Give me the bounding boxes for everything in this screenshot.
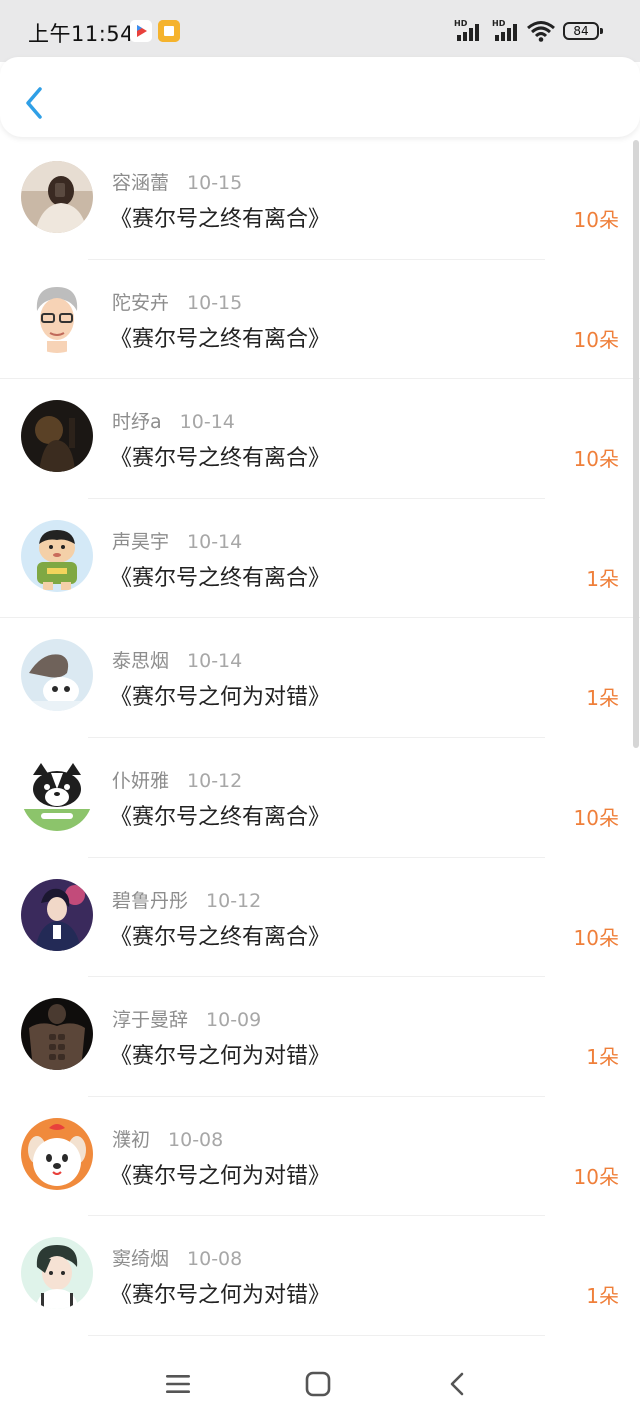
flower-count: 1朵 bbox=[586, 566, 619, 591]
back-icon bbox=[450, 1372, 464, 1396]
avatar[interactable] bbox=[21, 161, 93, 233]
notes-app-icon bbox=[158, 20, 180, 42]
flower-count: 10朵 bbox=[573, 327, 619, 352]
signal-hd-label-2: HD bbox=[492, 19, 506, 28]
send-date: 10-15 bbox=[187, 291, 243, 314]
sender-name: 容涵蕾 10-15 bbox=[112, 172, 243, 194]
sender-name: 濮初 10-08 bbox=[112, 1128, 224, 1151]
gift-title: 《赛尔号之终有离合》 bbox=[110, 326, 331, 352]
list-item[interactable]: 碧鲁丹彤 10-12 《赛尔号之终有离合》 10朵 bbox=[0, 858, 640, 978]
gift-record-list: 容涵蕾 10-15 《赛尔号之终有离合》 10朵 陀安卉 10-15 《赛尔号之终有… bbox=[0, 140, 640, 1336]
list-item[interactable]: 陀安卉 10-15 《赛尔号之终有离合》 10朵 bbox=[0, 260, 640, 380]
send-date: 10-12 bbox=[206, 889, 262, 912]
list-item[interactable]: 泰思烟 10-14 《赛尔号之何为对错》 1朵 bbox=[0, 618, 640, 738]
divider bbox=[88, 1334, 545, 1336]
back-button[interactable] bbox=[18, 81, 50, 125]
chevron-left-icon bbox=[26, 87, 42, 119]
list-item[interactable]: 淳于曼辞 10-09 《赛尔号之何为对错》 1朵 bbox=[0, 977, 640, 1097]
status-bar: 上午11:54 HD HD 84 bbox=[0, 0, 640, 62]
send-date: 10-14 bbox=[179, 411, 235, 434]
list-item[interactable]: 时纾a 10-14 《赛尔号之终有离合》 10朵 bbox=[0, 379, 640, 499]
avatar[interactable] bbox=[21, 998, 93, 1071]
gift-title: 《赛尔号之何为对错》 bbox=[110, 1163, 331, 1189]
flower-count: 10朵 bbox=[573, 447, 619, 472]
avatar[interactable] bbox=[21, 639, 93, 712]
avatar[interactable] bbox=[21, 400, 93, 473]
gift-title: 《赛尔号之终有离合》 bbox=[110, 565, 331, 591]
signal-hd-label: HD bbox=[454, 19, 468, 28]
home-icon bbox=[305, 1371, 331, 1397]
signal-icon: HD bbox=[454, 18, 486, 44]
menu-icon bbox=[166, 1375, 190, 1393]
flower-count: 1朵 bbox=[586, 1045, 619, 1070]
sender-name: 仆妍雅 10-12 bbox=[112, 769, 243, 792]
flower-count: 10朵 bbox=[573, 208, 619, 232]
list-item[interactable]: 声昊宇 10-14 《赛尔号之终有离合》 1朵 bbox=[0, 499, 640, 619]
sender-name: 时纾a 10-14 bbox=[112, 411, 235, 434]
signal-icon-2: HD bbox=[492, 18, 524, 44]
send-date: 10-14 bbox=[187, 650, 243, 673]
avatar[interactable] bbox=[21, 1117, 93, 1190]
list-item[interactable]: 容涵蕾 10-15 《赛尔号之终有离合》 10朵 bbox=[0, 140, 640, 260]
send-date: 10-12 bbox=[187, 769, 243, 792]
avatar[interactable] bbox=[21, 1237, 93, 1310]
sender-name: 碧鲁丹彤 10-12 bbox=[112, 889, 262, 912]
flower-count: 10朵 bbox=[573, 925, 619, 950]
avatar[interactable] bbox=[21, 280, 93, 353]
avatar[interactable] bbox=[21, 758, 93, 831]
send-date: 10-09 bbox=[206, 1009, 262, 1032]
sender-name: 陀安卉 10-15 bbox=[112, 291, 243, 314]
sender-name: 窦绮烟 10-08 bbox=[112, 1248, 243, 1271]
flower-count: 10朵 bbox=[573, 1164, 619, 1189]
gift-title: 《赛尔号之终有离合》 bbox=[110, 207, 331, 232]
send-date: 10-14 bbox=[187, 530, 243, 553]
send-date: 10-15 bbox=[187, 172, 243, 194]
gift-title: 《赛尔号之何为对错》 bbox=[110, 685, 331, 711]
gift-title: 《赛尔号之何为对错》 bbox=[110, 1044, 331, 1070]
gift-title: 《赛尔号之终有离合》 bbox=[110, 446, 331, 472]
avatar[interactable] bbox=[21, 878, 93, 951]
flower-count: 1朵 bbox=[586, 686, 619, 711]
gift-title: 《赛尔号之何为对错》 bbox=[110, 1283, 331, 1309]
header bbox=[0, 57, 640, 137]
list-item[interactable]: 濮初 10-08 《赛尔号之何为对错》 10朵 bbox=[0, 1097, 640, 1217]
list-item[interactable]: 仆妍雅 10-12 《赛尔号之终有离合》 10朵 bbox=[0, 738, 640, 858]
sender-name: 泰思烟 10-14 bbox=[112, 650, 243, 673]
sender-name: 淳于曼辞 10-09 bbox=[112, 1009, 262, 1032]
wifi-icon bbox=[527, 20, 555, 46]
video-app-icon bbox=[130, 20, 152, 42]
flower-count: 1朵 bbox=[586, 1284, 619, 1309]
home-button[interactable] bbox=[304, 1370, 332, 1402]
nav-back-button[interactable] bbox=[444, 1370, 472, 1402]
send-date: 10-08 bbox=[187, 1248, 243, 1271]
scrollbar[interactable] bbox=[633, 140, 639, 748]
avatar[interactable] bbox=[21, 519, 93, 592]
send-date: 10-08 bbox=[168, 1128, 224, 1151]
gift-title: 《赛尔号之终有离合》 bbox=[110, 804, 331, 830]
flower-count: 10朵 bbox=[573, 805, 619, 830]
menu-button[interactable] bbox=[164, 1370, 192, 1402]
sender-name: 声昊宇 10-14 bbox=[112, 530, 243, 553]
battery-indicator: 84 bbox=[563, 22, 603, 40]
gift-title: 《赛尔号之终有离合》 bbox=[110, 924, 331, 950]
status-time: 上午11:54 bbox=[28, 22, 135, 46]
list-item[interactable]: 窦绮烟 10-08 《赛尔号之何为对错》 1朵 bbox=[0, 1216, 640, 1336]
